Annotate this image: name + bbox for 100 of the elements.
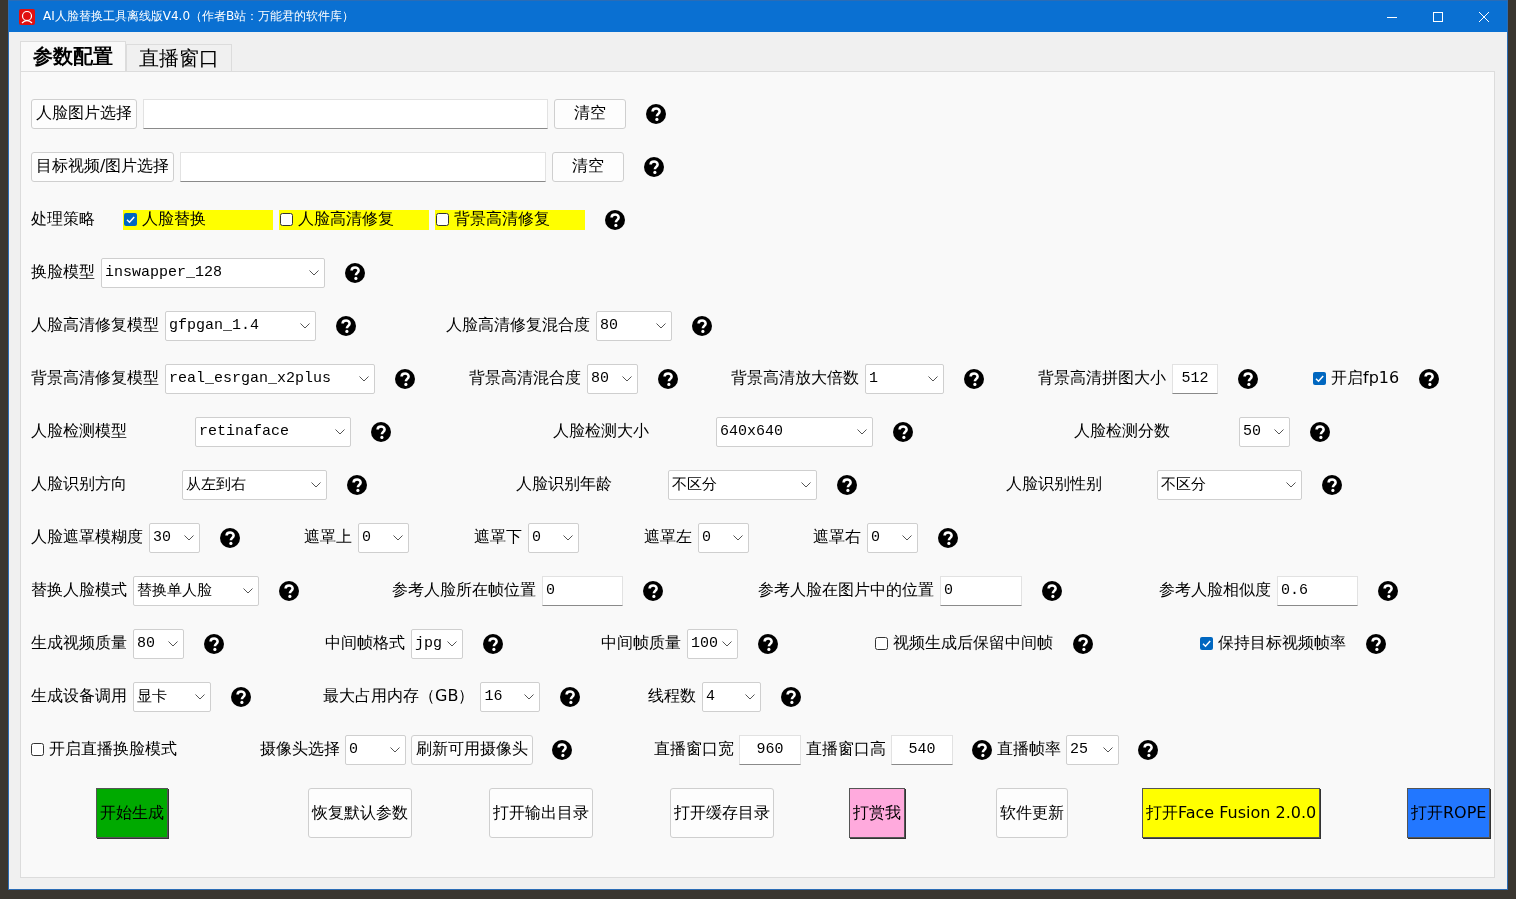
help-icon[interactable] xyxy=(231,686,251,707)
dropdown[interactable]: 50 xyxy=(1239,416,1290,447)
input-field[interactable]: 0.6 xyxy=(1277,575,1358,606)
dropdown[interactable]: real_esrgan_x2plus xyxy=(165,363,375,394)
help-icon[interactable] xyxy=(644,156,665,177)
dropdown[interactable]: retinaface xyxy=(195,416,351,447)
help-icon[interactable] xyxy=(605,209,625,230)
checkbox[interactable] xyxy=(436,213,449,226)
dropdown[interactable]: 4 xyxy=(702,681,761,712)
help-icon[interactable] xyxy=(220,527,240,548)
help-icon[interactable] xyxy=(646,103,666,124)
checkbox[interactable] xyxy=(31,743,44,756)
dropdown[interactable]: 0 xyxy=(345,734,406,765)
dropdown[interactable]: 不区分 xyxy=(668,469,817,500)
button[interactable]: 人脸图片选择 xyxy=(31,98,137,129)
help-icon[interactable] xyxy=(781,686,801,707)
action-button[interactable]: 软件更新 xyxy=(996,788,1068,838)
help-icon[interactable] xyxy=(483,633,503,654)
help-icon[interactable] xyxy=(371,421,391,442)
checkbox[interactable] xyxy=(280,213,293,226)
dropdown[interactable]: 1 xyxy=(865,363,944,394)
help-icon[interactable] xyxy=(1322,474,1342,495)
button[interactable]: 清空 xyxy=(552,151,625,182)
action-button[interactable]: 打开Face Fusion 2.0.0 xyxy=(1142,788,1321,838)
help-icon[interactable] xyxy=(1138,739,1158,760)
button[interactable]: 清空 xyxy=(554,98,626,129)
action-button[interactable]: 打开输出目录 xyxy=(489,788,593,838)
checked-checkbox[interactable] xyxy=(1313,372,1326,385)
help-icon[interactable] xyxy=(1378,580,1398,601)
help-icon[interactable] xyxy=(1419,368,1440,389)
checkbox[interactable] xyxy=(875,637,888,650)
dropdown[interactable]: 0 xyxy=(358,522,409,553)
help-icon[interactable] xyxy=(893,421,913,442)
dropdown[interactable]: 显卡 xyxy=(133,681,211,712)
help-icon[interactable] xyxy=(1310,421,1330,442)
help-icon[interactable] xyxy=(938,527,958,548)
dropdown[interactable]: 80 xyxy=(133,628,184,659)
input-field[interactable] xyxy=(180,151,547,182)
checked-checkbox[interactable] xyxy=(124,213,137,226)
checkbox-label[interactable]: 开启fp16 xyxy=(1331,368,1400,389)
help-icon[interactable] xyxy=(204,633,224,654)
help-icon[interactable] xyxy=(658,368,678,389)
input-field[interactable]: 0 xyxy=(542,575,623,606)
checked-checkbox[interactable] xyxy=(1200,637,1213,650)
dropdown[interactable]: inswapper_128 xyxy=(101,257,325,288)
help-icon[interactable] xyxy=(347,474,367,495)
help-icon[interactable] xyxy=(758,633,778,654)
help-icon[interactable] xyxy=(552,739,572,760)
input-field[interactable]: 0 xyxy=(940,575,1022,606)
tab[interactable]: 参数配置 xyxy=(20,41,126,71)
dropdown[interactable]: 640x640 xyxy=(716,416,873,447)
tab[interactable]: 直播窗口 xyxy=(126,44,232,71)
dropdown[interactable]: gfpgan_1.4 xyxy=(165,310,316,341)
checkbox-label[interactable]: 背景高清修复 xyxy=(454,209,550,230)
action-button[interactable]: 恢复默认参数 xyxy=(308,788,412,838)
dropdown[interactable]: 30 xyxy=(149,522,200,553)
help-icon[interactable] xyxy=(279,580,299,601)
field-label: 直播窗口高 xyxy=(806,739,886,760)
checkbox-label[interactable]: 保持目标视频帧率 xyxy=(1218,633,1346,654)
help-icon[interactable] xyxy=(972,739,992,760)
help-icon[interactable] xyxy=(837,474,857,495)
help-icon[interactable] xyxy=(395,368,415,389)
help-icon[interactable] xyxy=(1366,633,1386,654)
dropdown[interactable]: 80 xyxy=(587,363,638,394)
help-icon[interactable] xyxy=(643,580,663,601)
input-field[interactable]: 512 xyxy=(1172,363,1218,394)
button[interactable]: 刷新可用摄像头 xyxy=(411,734,533,765)
help-icon[interactable] xyxy=(1238,368,1258,389)
action-button[interactable]: 打开缓存目录 xyxy=(670,788,774,838)
help-icon[interactable] xyxy=(336,315,356,336)
dropdown[interactable]: 25 xyxy=(1066,734,1119,765)
dropdown[interactable]: 16 xyxy=(480,681,541,712)
dropdown[interactable]: 替换单人脸 xyxy=(133,575,259,606)
button[interactable]: 目标视频/图片选择 xyxy=(31,151,175,182)
dropdown[interactable]: 0 xyxy=(698,522,749,553)
help-icon[interactable] xyxy=(692,315,712,336)
help-icon[interactable] xyxy=(1042,580,1062,601)
help-icon[interactable] xyxy=(345,262,365,283)
close-icon[interactable] xyxy=(1479,11,1489,22)
dropdown[interactable]: 80 xyxy=(596,310,672,341)
maximize-icon[interactable] xyxy=(1433,11,1443,22)
help-icon[interactable] xyxy=(560,686,581,707)
help-icon[interactable] xyxy=(1073,633,1093,654)
action-button[interactable]: 打赏我 xyxy=(849,788,905,838)
dropdown[interactable]: 0 xyxy=(528,522,579,553)
dropdown[interactable]: jpg xyxy=(411,628,463,659)
checkbox-label[interactable]: 人脸高清修复 xyxy=(298,209,394,230)
input-field[interactable] xyxy=(143,98,548,129)
dropdown[interactable]: 从左到右 xyxy=(182,469,327,500)
dropdown[interactable]: 不区分 xyxy=(1157,469,1302,500)
help-icon[interactable] xyxy=(964,368,984,389)
dropdown[interactable]: 0 xyxy=(867,522,918,553)
checkbox-label[interactable]: 视频生成后保留中间帧 xyxy=(893,633,1053,654)
checkbox-label[interactable]: 开启直播换脸模式 xyxy=(49,739,177,760)
input-field[interactable]: 960 xyxy=(739,734,801,765)
dropdown[interactable]: 100 xyxy=(687,628,738,659)
action-button[interactable]: 开始生成 xyxy=(96,788,168,838)
input-field[interactable]: 540 xyxy=(891,734,953,765)
action-button[interactable]: 打开ROPE xyxy=(1407,788,1491,838)
checkbox-label[interactable]: 人脸替换 xyxy=(142,209,206,230)
